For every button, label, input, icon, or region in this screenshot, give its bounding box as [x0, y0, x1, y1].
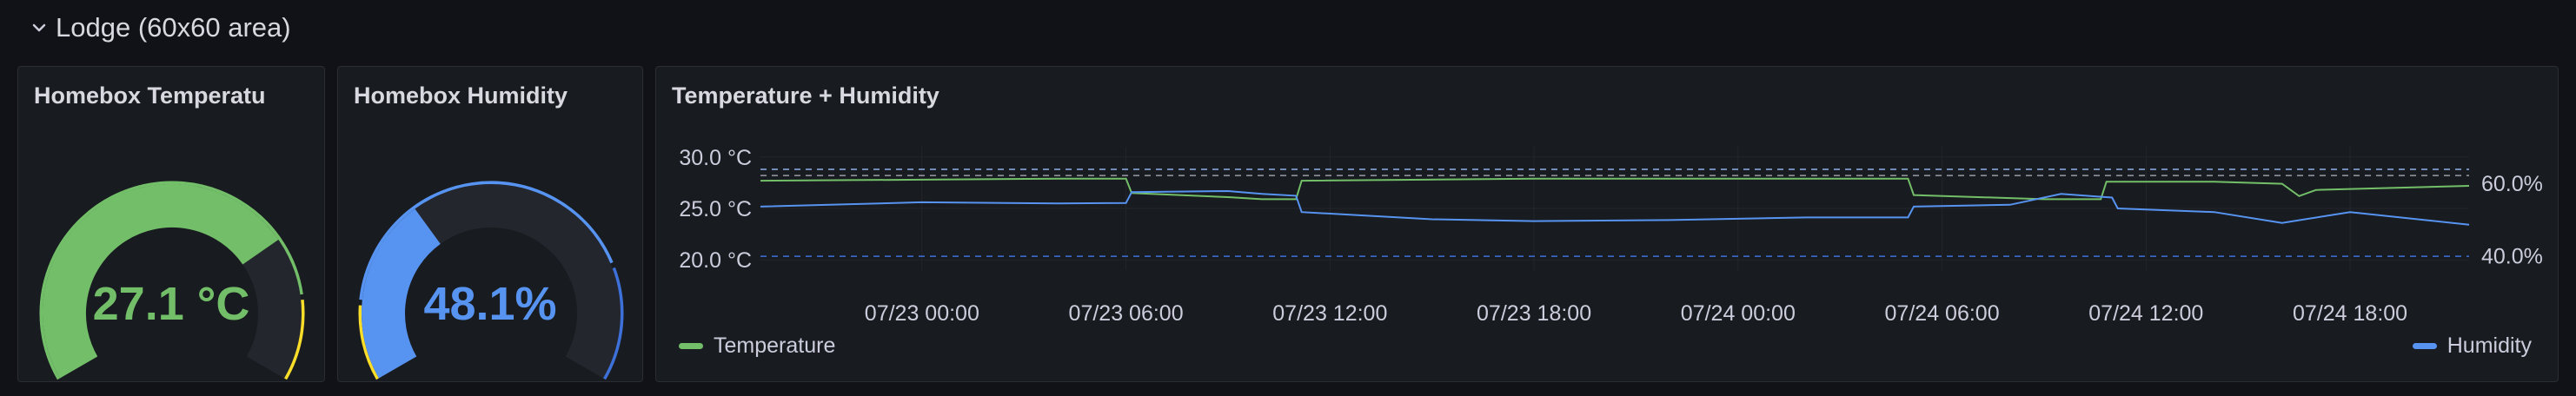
- x-tick-label: 07/24 00:00: [1681, 301, 1796, 326]
- temperature-humidity-panel[interactable]: Temperature + Humidity 07/23 00:00 07/23 …: [655, 66, 2559, 382]
- temperature-value: 27.1 °C: [92, 278, 250, 330]
- legend-item-temperature[interactable]: Temperature: [679, 333, 835, 359]
- humidity-value: 48.1%: [423, 278, 557, 330]
- temperature-gauge: [39, 181, 305, 380]
- x-tick-label: 07/24 12:00: [2088, 301, 2203, 326]
- y-left-tick-label: 25.0 °C: [679, 197, 752, 221]
- timeseries-chart[interactable]: 07/23 00:00 07/23 06:00 07/23 12:00 07/23 1…: [656, 67, 2559, 382]
- y-right-tick-label: 60.0%: [2481, 172, 2543, 196]
- legend-swatch: [679, 342, 703, 349]
- row-header-lodge[interactable]: Lodge (60x60 area): [30, 7, 291, 49]
- series-line-humidity: [760, 189, 2470, 226]
- humidity-gauge-panel[interactable]: Homebox Humidity 48.1%: [337, 66, 643, 382]
- x-tick-label: 07/24 06:00: [1885, 301, 2000, 326]
- row-title: Lodge (60x60 area): [56, 12, 291, 43]
- x-tick-label: 07/23 18:00: [1477, 301, 1591, 326]
- chevron-down-icon: [32, 23, 46, 32]
- humidity-gauge: [358, 181, 624, 380]
- x-tick-label: 07/24 18:00: [2293, 301, 2407, 326]
- y-left-tick-label: 20.0 °C: [679, 248, 752, 273]
- x-tick-label: 07/23 00:00: [865, 301, 979, 326]
- y-left-tick-label: 30.0 °C: [679, 146, 752, 170]
- legend-label: Humidity: [2447, 333, 2532, 358]
- y-right-tick-label: 40.0%: [2481, 244, 2543, 268]
- temperature-gauge-panel[interactable]: Homebox Temperatu 27.1 °C: [17, 66, 325, 382]
- series-line-temperature: [760, 177, 2470, 201]
- legend-label: Temperature: [714, 333, 836, 358]
- x-tick-label: 07/23 06:00: [1069, 301, 1184, 326]
- legend-swatch: [2412, 342, 2437, 349]
- legend-item-humidity[interactable]: Humidity: [2412, 333, 2532, 359]
- x-tick-label: 07/23 12:00: [1272, 301, 1387, 326]
